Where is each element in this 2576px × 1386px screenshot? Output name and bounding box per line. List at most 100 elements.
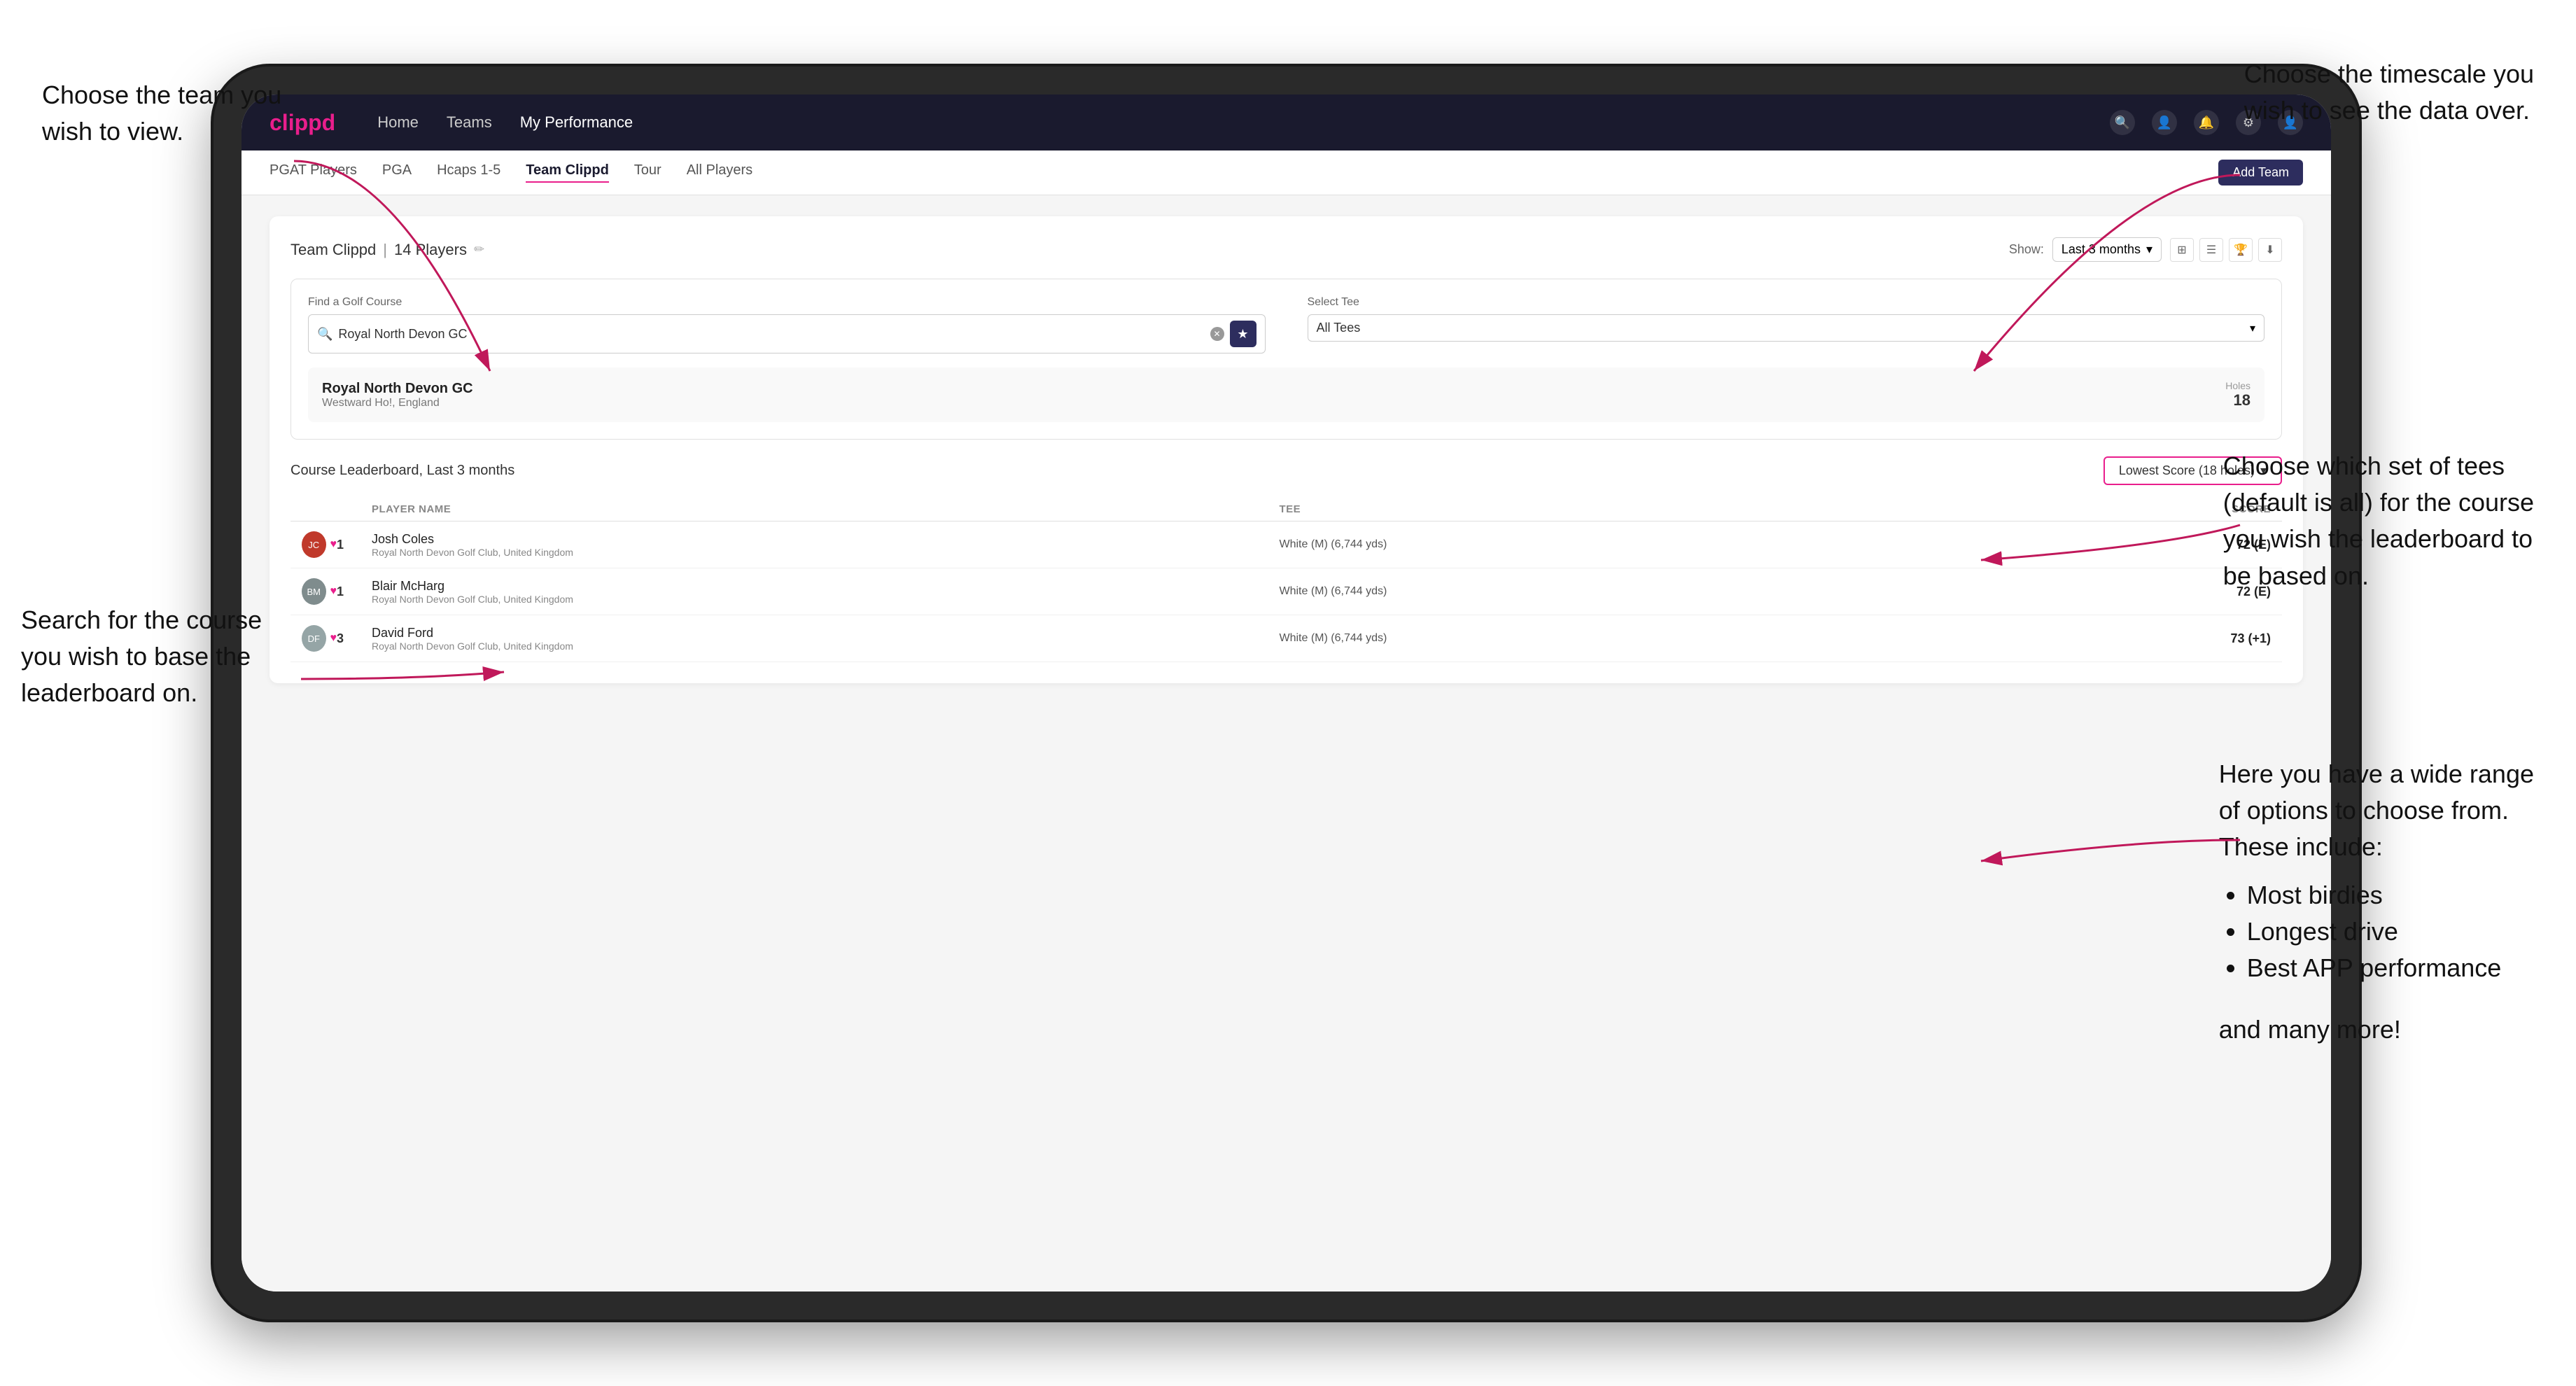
course-search-section: Find a Golf Course 🔍 ✕ ★ Select [290,279,2282,440]
option-drive: Longest drive [2247,913,2534,950]
course-name: Royal North Devon GC [322,381,473,397]
show-controls: Show: Last 3 months ▾ ⊞ ☰ 🏆 ⬇ [2009,237,2282,262]
annotation-team-view: Choose the team you wish to view. [42,77,281,150]
tee-value: All Tees [1317,321,2244,335]
add-team-button[interactable]: Add Team [2218,160,2303,186]
leaderboard-body: JC ♥ 1 Josh Coles Royal North Devon Golf… [290,522,2282,662]
tee-select-wrap: All Tees ▾ [1308,314,2265,342]
annotation-options-line2: of options to choose from. [2219,796,2509,825]
tab-pga[interactable]: PGA [382,162,412,183]
annotation-team-view-line1: Choose the team you [42,80,281,109]
player-avatar-cell: DF ♥ [302,625,337,652]
course-holes: Holes 18 [2225,380,2250,410]
annotation-tees: Choose which set of tees (default is all… [2223,448,2534,594]
select-tee-label: Select Tee [1308,296,2265,309]
player-club: Royal North Devon Golf Club, United King… [372,547,1280,558]
leaderboard-section: Course Leaderboard, Last 3 months Lowest… [290,456,2282,662]
app-container: clippd Home Teams My Performance 🔍 👤 🔔 ⚙… [241,94,2331,1292]
table-header: PLAYER NAME TEE SCORE [290,498,2282,522]
leaderboard-header: Course Leaderboard, Last 3 months Lowest… [290,456,2282,485]
player-info: Blair McHarg Royal North Devon Golf Club… [372,579,1280,605]
search-icon: 🔍 [317,327,332,342]
team-header: Team Clippd | 14 Players ✏ Show: Last 3 … [290,237,2282,262]
show-period-value: Last 3 months [2062,242,2141,257]
content-card: Team Clippd | 14 Players ✏ Show: Last 3 … [270,216,2303,683]
player-score: 73 (+1) [2187,631,2271,646]
player-tee: White (M) (6,744 yds) [1280,632,2188,645]
player-info: Josh Coles Royal North Devon Golf Club, … [372,532,1280,558]
nav-home[interactable]: Home [377,113,419,132]
nav-teams[interactable]: Teams [447,113,492,132]
search-row: Find a Golf Course 🔍 ✕ ★ Select [308,296,2264,354]
player-name: David Ford [372,626,1280,640]
team-name: Team Clippd [290,241,376,259]
holes-number: 18 [2225,391,2250,410]
annotation-options-line3: These include: [2219,832,2383,861]
player-name: Josh Coles [372,532,1280,547]
show-period-dropdown[interactable]: Last 3 months ▾ [2052,237,2162,262]
secondary-nav: PGAT Players PGA Hcaps 1-5 Team Clippd T… [241,150,2331,195]
avatar: BM [302,578,326,605]
secondary-nav-tabs: PGAT Players PGA Hcaps 1-5 Team Clippd T… [270,162,2218,183]
player-rank: 1 [337,538,372,552]
player-tee: White (M) (6,744 yds) [1280,538,2188,551]
options-list: Most birdies Longest drive Best APP perf… [2247,877,2534,987]
annotation-timescale-line1: Choose the timescale you [2244,59,2534,88]
player-info: David Ford Royal North Devon Golf Club, … [372,626,1280,652]
player-club: Royal North Devon Golf Club, United King… [372,594,1280,605]
search-input-wrap: 🔍 ✕ ★ [308,314,1266,354]
grid-view-button[interactable]: ⊞ [2170,238,2194,262]
trophy-view-button[interactable]: 🏆 [2229,238,2253,262]
tab-team-clippd[interactable]: Team Clippd [526,162,609,183]
search-icon[interactable]: 🔍 [2110,110,2135,135]
navbar-links: Home Teams My Performance [377,113,2110,132]
table-row: BM ♥ 1 Blair McHarg Royal North Devon Go… [290,568,2282,615]
navbar: clippd Home Teams My Performance 🔍 👤 🔔 ⚙… [241,94,2331,150]
bell-icon[interactable]: 🔔 [2194,110,2219,135]
player-tee: White (M) (6,744 yds) [1280,585,2188,598]
find-course-field: Find a Golf Course 🔍 ✕ ★ [308,296,1266,354]
annotation-course-search: Search for the course you wish to base t… [21,602,262,712]
player-avatar-cell: JC ♥ [302,531,337,558]
course-result-info: Royal North Devon GC Westward Ho!, Engla… [322,381,473,410]
tab-hcaps[interactable]: Hcaps 1-5 [437,162,500,183]
list-view-button[interactable]: ☰ [2199,238,2223,262]
th-tee: TEE [1280,503,2188,515]
heart-icon[interactable]: ♥ [330,632,337,645]
users-icon[interactable]: 👤 [2152,110,2177,135]
main-content: Team Clippd | 14 Players ✏ Show: Last 3 … [241,195,2331,1292]
edit-icon[interactable]: ✏ [474,242,484,257]
clear-search-button[interactable]: ✕ [1210,327,1224,341]
player-avatar-cell: BM ♥ [302,578,337,605]
annotation-options: Here you have a wide range of options to… [2219,756,2534,1048]
tee-chevron-icon: ▾ [2250,321,2255,335]
course-location: Westward Ho!, England [322,397,473,410]
course-result: Royal North Devon GC Westward Ho!, Engla… [308,368,2264,422]
annotation-tees-line3: you wish the leaderboard to [2223,524,2533,553]
annotation-team-view-line2: wish to view. [42,117,183,146]
tab-tour[interactable]: Tour [634,162,662,183]
tablet-screen: clippd Home Teams My Performance 🔍 👤 🔔 ⚙… [241,94,2331,1292]
course-search-input[interactable] [338,327,1204,342]
annotation-options-line1: Here you have a wide range [2219,760,2534,788]
holes-label: Holes [2225,380,2250,391]
annotation-tees-line4: be based on. [2223,561,2369,590]
tab-pgat-players[interactable]: PGAT Players [270,162,357,183]
annotation-course-line3: leaderboard on. [21,678,197,707]
table-row: JC ♥ 1 Josh Coles Royal North Devon Golf… [290,522,2282,568]
avatar: DF [302,625,326,652]
player-rank: 1 [337,584,372,599]
tablet-frame: clippd Home Teams My Performance 🔍 👤 🔔 ⚙… [214,66,2359,1320]
nav-my-performance[interactable]: My Performance [520,113,633,132]
tab-all-players[interactable]: All Players [687,162,752,183]
team-title: Team Clippd | 14 Players ✏ [290,241,484,259]
and-more-text: and many more! [2219,1011,2534,1048]
heart-icon[interactable]: ♥ [330,585,337,598]
download-button[interactable]: ⬇ [2258,238,2282,262]
annotation-tees-line1: Choose which set of tees [2223,451,2505,480]
favourite-button[interactable]: ★ [1230,321,1256,347]
heart-icon[interactable]: ♥ [330,538,337,551]
player-rank: 3 [337,631,372,646]
view-icons: ⊞ ☰ 🏆 ⬇ [2170,238,2282,262]
player-name: Blair McHarg [372,579,1280,594]
